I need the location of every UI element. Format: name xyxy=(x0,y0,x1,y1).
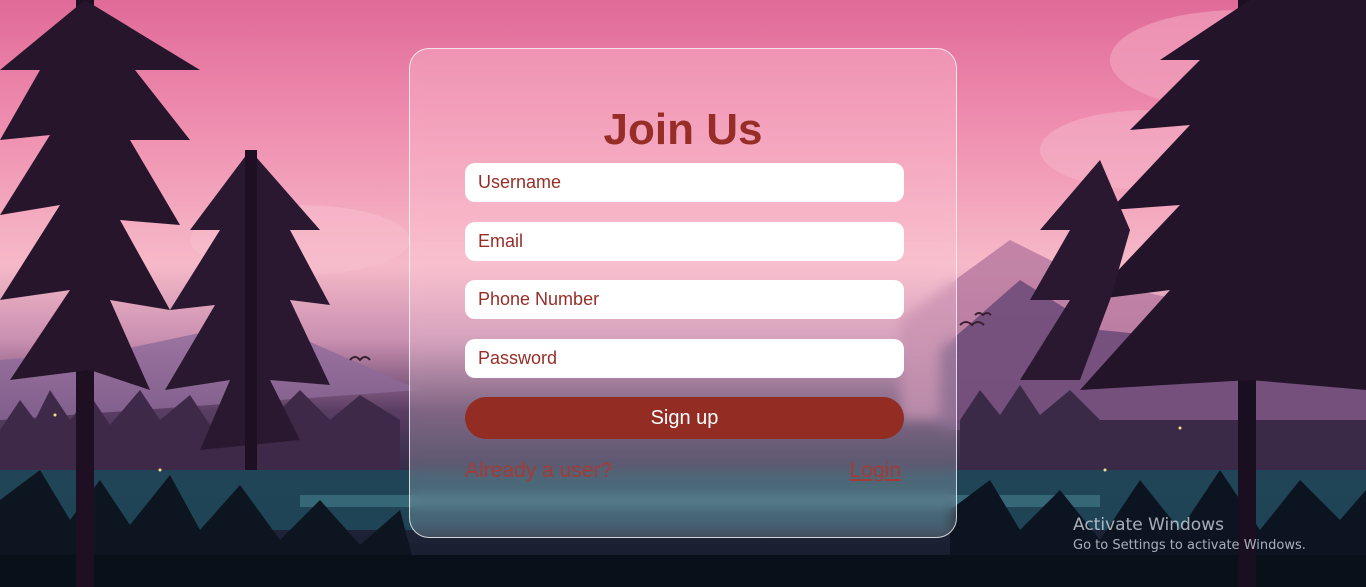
watermark-subtitle: Go to Settings to activate Windows. xyxy=(1073,538,1306,553)
email-input[interactable] xyxy=(465,222,904,261)
password-input[interactable] xyxy=(465,339,904,378)
already-user-text: Already a user? xyxy=(465,459,613,482)
watermark-title: Activate Windows xyxy=(1073,515,1224,535)
page-title: Join Us xyxy=(603,105,763,154)
phone-number-input[interactable] xyxy=(465,280,904,319)
signup-button[interactable]: Sign up xyxy=(465,397,904,439)
activate-windows-watermark: Activate Windows Go to Settings to activ… xyxy=(1073,514,1306,556)
username-input[interactable] xyxy=(465,163,904,202)
signup-card: Join Us Sign up Already a user? Login xyxy=(409,48,957,538)
login-link[interactable]: Login xyxy=(850,459,901,483)
background-scene: Join Us Sign up Already a user? Login Ac… xyxy=(0,0,1366,587)
